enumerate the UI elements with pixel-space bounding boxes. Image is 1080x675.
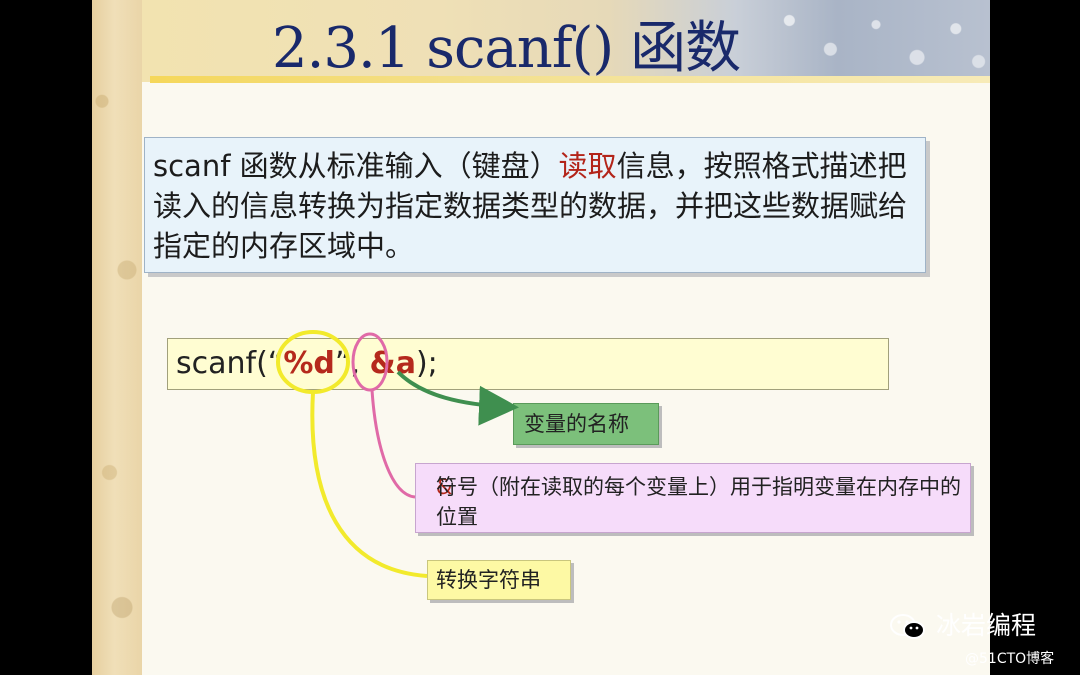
format-highlight-circle	[276, 330, 350, 394]
watermark-site: @51CTO博客	[965, 651, 1055, 667]
variable-arrow	[396, 370, 519, 426]
annotation-overlay	[276, 330, 519, 578]
ampersand-connector-line	[370, 389, 416, 499]
watermark-badge: 冰岩编程	[888, 608, 1036, 644]
ampersand-highlight-circle	[351, 332, 389, 392]
format-connector-line	[310, 391, 428, 578]
wechat-icon	[888, 612, 928, 642]
watermark-text: 冰岩编程	[935, 611, 1036, 640]
slide: 2.3.1 scanf() 函数 scanf 函数从标准输入（键盘）读取信息，按…	[92, 0, 990, 675]
